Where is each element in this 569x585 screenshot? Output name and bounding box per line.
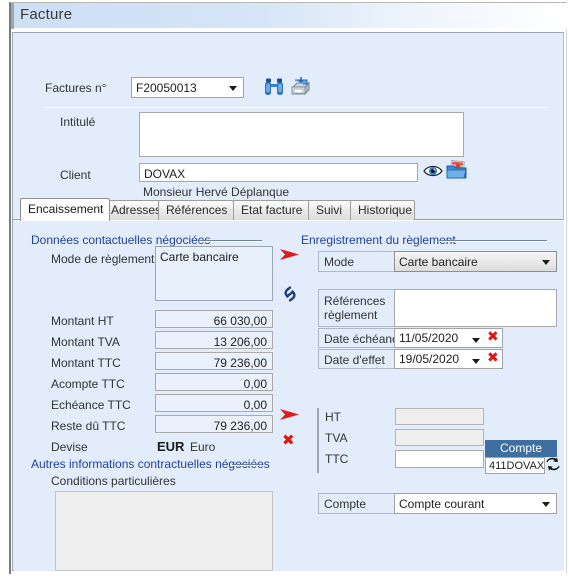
intitule-label: Intitulé bbox=[60, 115, 96, 129]
chevron-down-icon bbox=[472, 338, 480, 343]
montant-ttc-label: Montant TTC bbox=[51, 356, 121, 370]
echeance-ttc-label: Echéance TTC bbox=[51, 398, 131, 412]
red-arrow-icon[interactable] bbox=[279, 247, 301, 262]
references-reglement-label: Références règlement bbox=[318, 289, 394, 327]
tab-content-encaissement: Données contactuelles négociées Mode de … bbox=[14, 220, 564, 571]
tabstrip: Encaissement Adresses Références Etat fa… bbox=[14, 198, 564, 221]
form-panel: Factures n° F20050013 Intitulé Client DO… bbox=[11, 31, 565, 572]
window-titlebar: Facture bbox=[11, 3, 567, 29]
left-group-title: Données contactuelles négociées bbox=[31, 233, 211, 247]
montant-tva-label: Montant TVA bbox=[51, 335, 120, 349]
right-group-rule bbox=[439, 240, 547, 242]
facture-number-value: F20050013 bbox=[136, 81, 197, 95]
date-echeance-label: Date échéance bbox=[318, 328, 405, 348]
application-window: Facture Factures n° F20050013 Intitulé C… bbox=[0, 0, 569, 585]
refresh-icon[interactable] bbox=[544, 455, 562, 473]
other-info-group-rule bbox=[232, 464, 262, 466]
client-label: Client bbox=[60, 168, 91, 182]
mode-reglement-label: Mode de règlement bbox=[51, 252, 155, 266]
mode-combo-value: Carte bancaire bbox=[399, 255, 478, 269]
tab-label: Références bbox=[166, 203, 228, 217]
reste-du-ttc-value: 79 236,00 bbox=[155, 415, 273, 433]
acompte-ttc-value: 0,00 bbox=[155, 373, 273, 391]
mode-reglement-value: Carte bancaire bbox=[155, 246, 273, 301]
compte-label: Compte bbox=[318, 493, 394, 514]
client-contact-name: Monsieur Hervé Déplanque bbox=[143, 185, 290, 199]
chevron-down-icon bbox=[542, 501, 550, 507]
tab-label: Etat facture bbox=[241, 203, 303, 217]
conditions-particulieres-textarea[interactable] bbox=[55, 491, 273, 571]
ht-label: HT bbox=[317, 408, 387, 429]
client-input[interactable]: DOVAX bbox=[139, 163, 418, 182]
date-echeance-value: 11/05/2020 bbox=[399, 331, 459, 345]
refs-label-line1: Références bbox=[324, 294, 386, 308]
montant-ht-label: Montant HT bbox=[51, 314, 114, 328]
intitule-textarea[interactable] bbox=[139, 112, 464, 157]
reste-du-ttc-label: Reste dû TTC bbox=[51, 419, 126, 433]
mode-combo[interactable]: Carte bancaire bbox=[394, 251, 557, 272]
acompte-ttc-label: Acompte TTC bbox=[51, 377, 125, 391]
compte-combo-value: Compte courant bbox=[399, 497, 485, 511]
ttc-label: TTC bbox=[317, 450, 387, 473]
montant-tva-value: 13 206,00 bbox=[155, 331, 273, 349]
refs-label-line2: règlement bbox=[324, 308, 378, 322]
conditions-particulieres-label: Conditions particulières bbox=[51, 474, 176, 488]
tab-etat-facture[interactable]: Etat facture bbox=[233, 200, 311, 220]
compte-combo[interactable]: Compte courant bbox=[394, 493, 557, 514]
tab-historique[interactable]: Historique bbox=[350, 200, 415, 220]
tab-suivi[interactable]: Suivi bbox=[308, 200, 352, 220]
tab-label: Historique bbox=[358, 203, 413, 217]
printer-icon[interactable] bbox=[288, 75, 313, 99]
tab-references[interactable]: Références bbox=[158, 200, 234, 220]
folder-icon[interactable] bbox=[445, 159, 469, 181]
facture-number-combo[interactable]: F20050013 bbox=[131, 77, 244, 98]
tab-label: Suivi bbox=[316, 203, 343, 217]
tva-input bbox=[395, 429, 484, 446]
ttc-input[interactable] bbox=[395, 450, 484, 468]
chevron-down-icon bbox=[542, 259, 550, 265]
right-group-title: Enregistrement du règlement bbox=[301, 233, 456, 247]
clear-date-echeance-icon[interactable]: ✖ bbox=[487, 330, 499, 345]
montant-ttc-value: 79 236,00 bbox=[155, 352, 273, 370]
header-divider bbox=[46, 107, 546, 108]
link-icon[interactable] bbox=[280, 284, 300, 304]
tab-label: Adresses bbox=[111, 203, 162, 217]
red-arrow-icon-2[interactable] bbox=[279, 407, 301, 422]
mode-label: Mode bbox=[318, 251, 394, 272]
eye-icon[interactable] bbox=[422, 162, 444, 180]
tab-label: Encaissement bbox=[28, 202, 104, 216]
tva-label: TVA bbox=[317, 429, 387, 450]
date-effet-value: 19/05/2020 bbox=[399, 352, 460, 366]
references-reglement-input[interactable] bbox=[394, 289, 557, 327]
devise-code: EUR bbox=[157, 439, 185, 454]
chevron-down-icon bbox=[472, 359, 480, 364]
clear-date-effet-icon[interactable]: ✖ bbox=[487, 351, 499, 366]
tab-encaissement[interactable]: Encaissement bbox=[20, 198, 110, 221]
titlebar-accent bbox=[11, 3, 14, 29]
left-group-rule bbox=[199, 240, 262, 242]
binoculars-icon[interactable] bbox=[262, 75, 286, 99]
ht-input bbox=[395, 408, 484, 425]
montant-ht-value: 66 030,00 bbox=[155, 310, 273, 328]
echeance-ttc-value: 0,00 bbox=[155, 394, 273, 412]
window-title: Facture bbox=[20, 6, 73, 23]
date-effet-label: Date d'effet bbox=[318, 349, 394, 369]
red-x-icon[interactable]: ✖ bbox=[282, 433, 295, 448]
compte-account-value[interactable]: 411DOVAX bbox=[485, 457, 545, 474]
devise-name: Euro bbox=[190, 440, 216, 454]
devise-label: Devise bbox=[51, 440, 88, 454]
chevron-down-icon bbox=[229, 85, 237, 91]
facture-number-label: Factures n° bbox=[45, 81, 107, 95]
